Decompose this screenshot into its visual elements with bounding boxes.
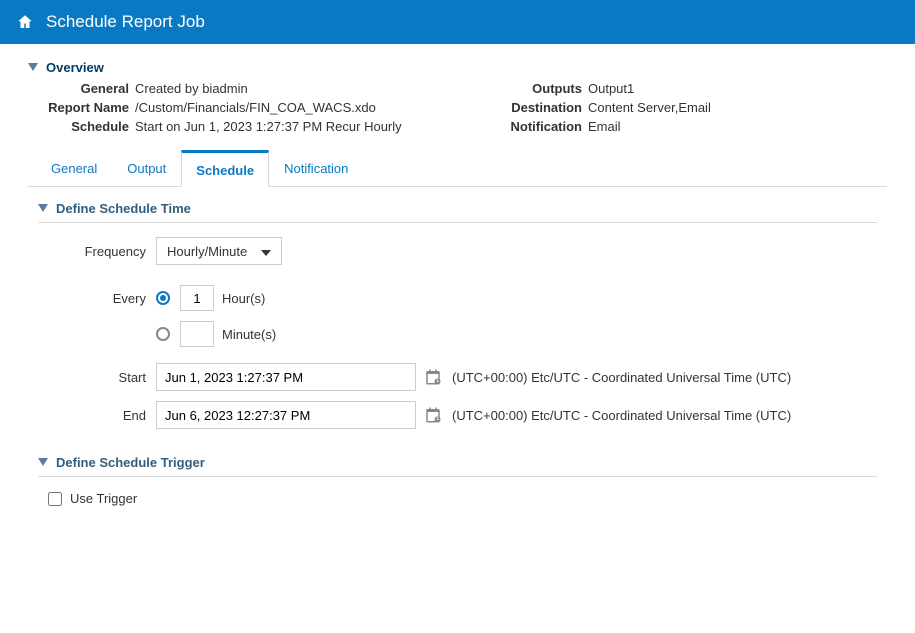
sched-header[interactable]: Define Schedule Time	[38, 201, 877, 223]
overview-heading: Overview	[46, 60, 104, 75]
every-minute-input[interactable]	[180, 321, 214, 347]
hours-label: Hour(s)	[222, 291, 265, 306]
home-icon[interactable]	[16, 13, 34, 31]
tab-notification[interactable]: Notification	[269, 150, 363, 187]
use-trigger-checkbox[interactable]	[48, 492, 62, 506]
ov-general-label: General	[40, 81, 135, 96]
minute-radio[interactable]	[156, 327, 170, 341]
ov-schedule-label: Schedule	[40, 119, 135, 134]
ov-outputs-label: Outputs	[508, 81, 588, 96]
use-trigger-label: Use Trigger	[70, 491, 137, 506]
ov-schedule-row: Schedule Start on Jun 1, 2023 1:27:37 PM…	[40, 119, 460, 134]
hour-radio[interactable]	[156, 291, 170, 305]
ov-destination-label: Destination	[508, 100, 588, 115]
end-timezone: (UTC+00:00) Etc/UTC - Coordinated Univer…	[452, 408, 791, 423]
ov-notification-row: Notification Email	[508, 119, 711, 134]
calendar-icon[interactable]	[424, 368, 442, 386]
every-hour-input[interactable]	[180, 285, 214, 311]
overview-col-right: Outputs Output1 Destination Content Serv…	[508, 81, 711, 138]
overview-col-left: General Created by biadmin Report Name /…	[40, 81, 460, 138]
tabs: General Output Schedule Notification	[28, 150, 887, 187]
frequency-row: Frequency Hourly/Minute	[38, 237, 877, 265]
page-title: Schedule Report Job	[46, 12, 205, 32]
use-trigger-row: Use Trigger	[38, 491, 877, 506]
overview-body: General Created by biadmin Report Name /…	[28, 81, 887, 138]
every-label: Every	[38, 291, 156, 306]
ov-notification-label: Notification	[508, 119, 588, 134]
trigger-section: Define Schedule Trigger Use Trigger	[38, 455, 877, 506]
start-row: Start (UTC+00:00) Etc/UTC - Coordinated …	[38, 363, 877, 391]
ov-outputs-value: Output1	[588, 81, 634, 96]
ov-general-row: General Created by biadmin	[40, 81, 460, 96]
ov-destination-value: Content Server,Email	[588, 100, 711, 115]
tab-schedule[interactable]: Schedule	[181, 150, 269, 187]
ov-schedule-value: Start on Jun 1, 2023 1:27:37 PM Recur Ho…	[135, 119, 402, 134]
every-minute-row: Minute(s)	[38, 321, 877, 347]
sched-form: Frequency Hourly/Minute Every Hour(s)	[38, 237, 877, 429]
every-hour-row: Every Hour(s)	[38, 285, 877, 311]
end-input[interactable]	[156, 401, 416, 429]
ov-notification-value: Email	[588, 119, 621, 134]
ov-outputs-row: Outputs Output1	[508, 81, 711, 96]
minutes-label: Minute(s)	[222, 327, 276, 342]
calendar-icon[interactable]	[424, 406, 442, 424]
caret-down-icon	[28, 63, 38, 73]
ov-reportname-row: Report Name /Custom/Financials/FIN_COA_W…	[40, 100, 460, 115]
tab-general[interactable]: General	[36, 150, 112, 187]
frequency-label: Frequency	[38, 244, 156, 259]
ov-reportname-value: /Custom/Financials/FIN_COA_WACS.xdo	[135, 100, 376, 115]
sched-heading: Define Schedule Time	[56, 201, 191, 216]
caret-down-icon	[38, 204, 48, 214]
overview-header[interactable]: Overview	[28, 60, 887, 75]
trigger-heading: Define Schedule Trigger	[56, 455, 205, 470]
caret-down-icon	[38, 458, 48, 468]
schedule-panel: Define Schedule Time Frequency Hourly/Mi…	[28, 187, 887, 506]
start-label: Start	[38, 370, 156, 385]
ov-general-value: Created by biadmin	[135, 81, 248, 96]
content: Overview General Created by biadmin Repo…	[0, 44, 915, 506]
end-label: End	[38, 408, 156, 423]
ov-destination-row: Destination Content Server,Email	[508, 100, 711, 115]
trigger-header[interactable]: Define Schedule Trigger	[38, 455, 877, 477]
tab-output[interactable]: Output	[112, 150, 181, 187]
frequency-select[interactable]: Hourly/Minute	[156, 237, 282, 265]
chevron-down-icon	[261, 244, 271, 259]
ov-reportname-label: Report Name	[40, 100, 135, 115]
start-timezone: (UTC+00:00) Etc/UTC - Coordinated Univer…	[452, 370, 791, 385]
app-header: Schedule Report Job	[0, 0, 915, 44]
start-input[interactable]	[156, 363, 416, 391]
frequency-value: Hourly/Minute	[167, 244, 247, 259]
end-row: End (UTC+00:00) Etc/UTC - Coordinated Un…	[38, 401, 877, 429]
overview-section: Overview General Created by biadmin Repo…	[28, 60, 887, 138]
